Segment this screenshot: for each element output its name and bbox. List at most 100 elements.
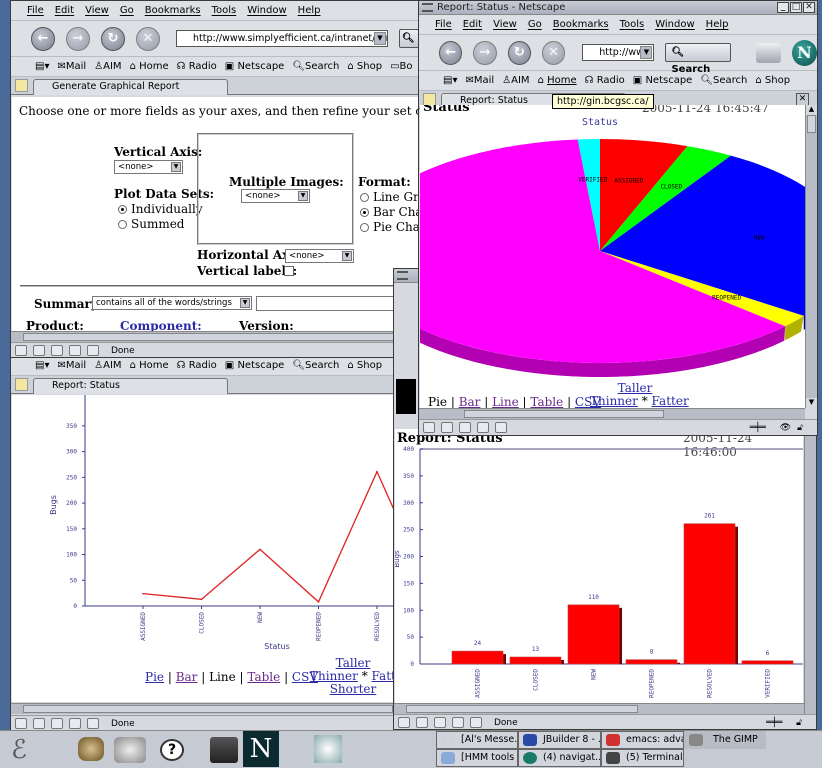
pt-home[interactable]: ⌂ Home: [538, 75, 577, 86]
link-bar[interactable]: Bar: [176, 670, 198, 684]
menu-bookmarks[interactable]: Bookmarks: [145, 5, 201, 16]
minimize-button[interactable]: _: [777, 2, 789, 13]
scroll-thumb[interactable]: [807, 115, 816, 133]
mail-icon[interactable]: [33, 345, 45, 356]
radio-individually[interactable]: Individually: [118, 202, 203, 216]
close-button[interactable]: ✕: [803, 2, 815, 13]
pt-home[interactable]: ⌂ Home: [130, 61, 169, 72]
link-line[interactable]: Line: [492, 395, 519, 408]
netscape-icon[interactable]: [398, 717, 410, 728]
address-book-icon[interactable]: [495, 422, 507, 433]
radio-pie-chart[interactable]: Pie Chart: [360, 220, 419, 234]
pt-mail[interactable]: ✉Mail: [57, 61, 86, 72]
link-thinner[interactable]: Thinner: [590, 394, 638, 408]
vertical-labels-checkbox[interactable]: [284, 266, 294, 276]
lock-screen-icon[interactable]: [78, 737, 104, 761]
terminal-icon[interactable]: [210, 737, 238, 763]
bookmarks-icon[interactable]: ▤▾: [35, 360, 49, 371]
task-emacs[interactable]: emacs: adva...: [601, 731, 684, 749]
pt-radio[interactable]: ☊ Radio: [177, 61, 217, 72]
pt-bookmarks-folder[interactable]: ▭Bo: [390, 61, 412, 72]
url-field[interactable]: http://www.simplyefficient.ca/intranet/b…: [176, 30, 388, 47]
horizontal-scrollbar[interactable]: [419, 408, 805, 419]
security-icon[interactable]: 🔓︎: [797, 421, 803, 435]
pt-aim[interactable]: ♙AIM: [94, 61, 121, 72]
menu-file[interactable]: File: [27, 5, 44, 16]
link-taller[interactable]: Taller: [618, 381, 653, 395]
bookmarks-icon[interactable]: ▤▾: [35, 61, 49, 72]
pt-aim[interactable]: ♙AIM: [502, 75, 529, 86]
menu-edit[interactable]: Edit: [55, 5, 74, 16]
menu-help[interactable]: Help: [706, 19, 729, 30]
horizontal-axis-select[interactable]: <none> ▼: [285, 249, 354, 263]
menu-bookmarks[interactable]: Bookmarks: [553, 19, 609, 30]
menu-tools[interactable]: Tools: [620, 19, 645, 30]
pt-mail[interactable]: ✉Mail: [465, 75, 494, 86]
reload-button[interactable]: ↻: [101, 26, 125, 51]
composer-icon[interactable]: [69, 718, 81, 729]
task-als-messenger[interactable]: [Al's Messe...]: [436, 731, 518, 749]
new-tab-icon[interactable]: [15, 378, 28, 391]
pt-netscape[interactable]: ▣ Netscape: [225, 360, 285, 371]
mail-icon[interactable]: [33, 718, 45, 729]
address-book-icon[interactable]: [470, 717, 482, 728]
pt-home[interactable]: ⌂ Home: [130, 360, 169, 371]
tab-report-status[interactable]: Report: Status: [33, 378, 228, 394]
aim-icon[interactable]: [51, 718, 63, 729]
netscape-launcher-icon[interactable]: N: [243, 731, 279, 767]
task-jbuilder[interactable]: JBuilder 8 - ...: [518, 731, 601, 749]
pt-search[interactable]: 🔍︎Search: [292, 360, 339, 371]
stop-button[interactable]: ✕: [541, 40, 566, 65]
horizontal-scrollbar[interactable]: [394, 703, 804, 714]
pt-netscape[interactable]: ▣ Netscape: [225, 61, 285, 72]
mail-icon[interactable]: [416, 717, 428, 728]
popup-icon[interactable]: 👁︎: [780, 421, 791, 435]
url-dropdown-icon[interactable]: ▼: [374, 32, 386, 45]
bookmarks-icon[interactable]: ▤▾: [443, 75, 457, 86]
menu-view[interactable]: View: [493, 19, 517, 30]
new-tab-icon[interactable]: [15, 79, 28, 92]
menu-help[interactable]: Help: [298, 5, 321, 16]
security-icon[interactable]: 🔓︎: [796, 716, 802, 730]
component-link[interactable]: Component:: [120, 319, 202, 331]
task-terminal[interactable]: (5) Terminal: [601, 749, 684, 767]
menu-file[interactable]: File: [435, 19, 452, 30]
aim-icon[interactable]: [51, 345, 63, 356]
settings-icon[interactable]: [114, 737, 146, 763]
pt-shop[interactable]: ⌂ Shop: [347, 360, 382, 371]
stop-button[interactable]: ✕: [136, 26, 160, 51]
address-book-icon[interactable]: [87, 345, 99, 356]
menu-tools[interactable]: Tools: [212, 5, 237, 16]
menu-edit[interactable]: Edit: [463, 19, 482, 30]
pt-radio[interactable]: ☊ Radio: [585, 75, 625, 86]
pt-aim[interactable]: ♙AIM: [94, 360, 121, 371]
link-pie[interactable]: Pie: [145, 670, 164, 684]
link-table[interactable]: Table: [247, 670, 280, 684]
reload-button[interactable]: ↻: [507, 40, 531, 65]
menu-window[interactable]: Window: [247, 5, 286, 16]
link-bar[interactable]: Bar: [459, 395, 481, 408]
radio-bar-chart[interactable]: Bar Chart: [360, 205, 419, 219]
horizontal-scrollbar[interactable]: [11, 331, 419, 342]
aim-icon[interactable]: [434, 717, 446, 728]
radio-summed[interactable]: Summed: [118, 217, 185, 231]
task-navigator[interactable]: (4) navigat...: [518, 749, 601, 767]
mail-icon[interactable]: [441, 422, 453, 433]
pt-shop[interactable]: ⌂ Shop: [347, 61, 382, 72]
task-gimp[interactable]: The GIMP: [684, 731, 766, 749]
multiple-images-select[interactable]: <none> ▼: [241, 189, 310, 203]
menu-window[interactable]: Window: [655, 19, 694, 30]
summary-operator-select[interactable]: contains all of the words/strings ▼: [92, 296, 252, 310]
scroll-down-arrow[interactable]: ▼: [806, 398, 817, 408]
radio-line-graph[interactable]: Line Graph: [360, 190, 419, 204]
maximize-button[interactable]: □: [790, 2, 802, 13]
task-hmm-tools[interactable]: [HMM tools ...]: [436, 749, 518, 767]
link-fatter[interactable]: Fatter: [652, 394, 689, 408]
pt-shop[interactable]: ⌂ Shop: [755, 75, 790, 86]
forward-button[interactable]: →: [66, 26, 90, 51]
print-icon[interactable]: [755, 42, 781, 63]
link-taller[interactable]: Taller: [336, 656, 371, 670]
menu-go[interactable]: Go: [120, 5, 134, 16]
netscape-logo-icon[interactable]: N: [791, 39, 817, 66]
address-book-icon[interactable]: [87, 718, 99, 729]
